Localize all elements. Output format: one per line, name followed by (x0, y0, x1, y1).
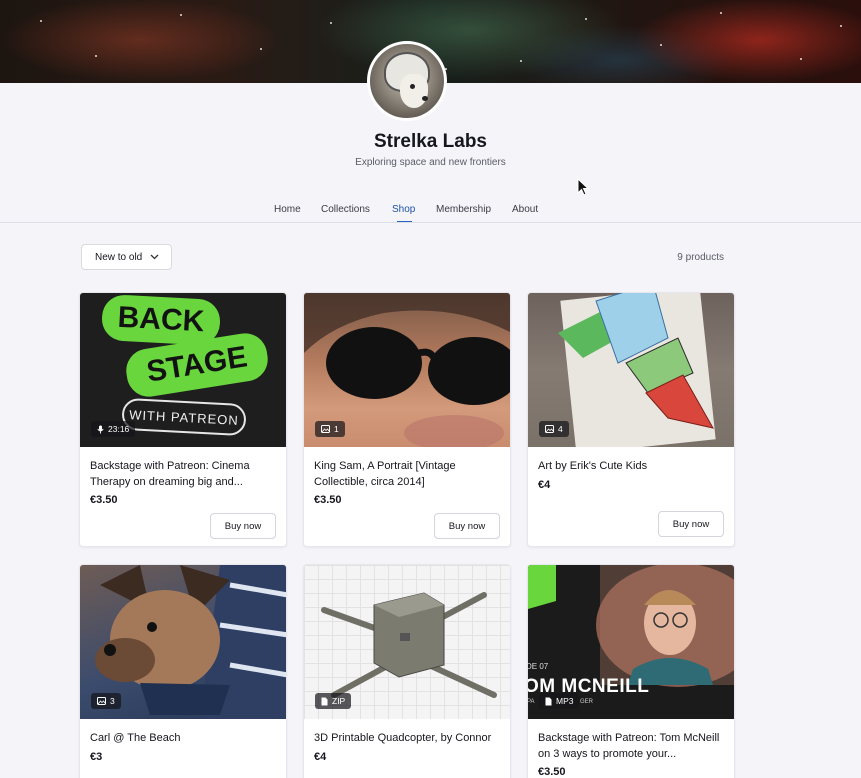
file-icon (545, 697, 552, 705)
sort-dropdown-label: New to old (95, 251, 143, 263)
image-icon (97, 697, 106, 705)
product-card[interactable]: 1 King Sam, A Portrait [Vintage Collecti… (303, 292, 511, 547)
tab-membership[interactable]: Membership (436, 204, 491, 215)
nav-divider (0, 222, 861, 223)
thumb-text-back: BACK (100, 293, 222, 347)
product-title[interactable]: Art by Erik's Cute Kids (538, 458, 726, 474)
product-price: €3 (90, 751, 103, 763)
tab-collections[interactable]: Collections (321, 204, 370, 215)
media-badge: ZIP (315, 693, 352, 709)
media-badge: 1 (315, 421, 345, 437)
role-label-end: GER (580, 699, 594, 705)
tab-home[interactable]: Home (274, 204, 301, 215)
sort-dropdown[interactable]: New to old (81, 244, 172, 270)
product-title[interactable]: Backstage with Patreon: Cinema Therapy o… (90, 458, 278, 490)
page-subtitle: Exploring space and new frontiers (355, 157, 506, 168)
product-price: €4 (314, 751, 327, 763)
microphone-icon (97, 425, 104, 433)
mouse-cursor-icon (577, 178, 589, 196)
tab-shop[interactable]: Shop (392, 204, 415, 215)
media-badge-text: 3 (110, 696, 115, 706)
product-title[interactable]: Backstage with Patreon: Tom McNeill on 3… (538, 730, 726, 762)
media-badge-text: 1 (334, 424, 339, 434)
image-icon (545, 425, 554, 433)
product-title[interactable]: 3D Printable Quadcopter, by Connor (314, 730, 502, 746)
image-icon (321, 425, 330, 433)
media-badge: 23:16 (91, 421, 136, 437)
buy-now-button[interactable]: Buy now (658, 511, 724, 537)
media-badge: 3 (91, 693, 121, 709)
product-thumbnail: ZIP (304, 565, 510, 719)
media-badge-text: MP3 (556, 696, 574, 706)
product-card[interactable]: DE 07 OM MCNEILL PA GER MP3 Backstage wi… (527, 564, 735, 778)
role-label-start: PA (528, 699, 535, 705)
thumb-text-with-patreon: WITH PATREON (121, 397, 247, 437)
product-card[interactable]: BACK STAGE WITH PATREON 23:16 Backstage … (79, 292, 287, 547)
media-badge-text: ZIP (332, 696, 346, 706)
media-badge-text: 4 (558, 424, 563, 434)
product-thumbnail: DE 07 OM MCNEILL PA GER MP3 (528, 565, 734, 719)
shop-nav: Home Collections Shop Membership About (0, 204, 861, 222)
product-thumbnail: BACK STAGE WITH PATREON 23:16 (80, 293, 286, 447)
product-card[interactable]: 3 Carl @ The Beach €3 (79, 564, 287, 778)
buy-now-button[interactable]: Buy now (210, 513, 276, 539)
chevron-down-icon (150, 254, 159, 260)
media-badge: 4 (539, 421, 569, 437)
product-thumbnail: 4 (528, 293, 734, 447)
media-badge-text: 23:16 (108, 424, 130, 434)
product-title[interactable]: Carl @ The Beach (90, 730, 278, 746)
product-thumbnail: 3 (80, 565, 286, 719)
creator-avatar (367, 41, 447, 121)
product-card[interactable]: ZIP 3D Printable Quadcopter, by Connor €… (303, 564, 511, 778)
product-count: 9 products (677, 252, 724, 263)
product-price: €3.50 (90, 494, 118, 506)
media-badge: MP3 (539, 693, 580, 709)
file-icon (321, 697, 328, 705)
product-card[interactable]: 4 Art by Erik's Cute Kids €4 Buy now (527, 292, 735, 547)
episode-label: DE 07 (528, 662, 549, 671)
product-thumbnail: 1 (304, 293, 510, 447)
product-title[interactable]: King Sam, A Portrait [Vintage Collectibl… (314, 458, 502, 490)
product-price: €3.50 (538, 766, 566, 778)
product-price: €4 (538, 479, 551, 491)
page-title: Strelka Labs (374, 131, 487, 152)
tab-about[interactable]: About (512, 204, 538, 215)
buy-now-button[interactable]: Buy now (434, 513, 500, 539)
product-price: €3.50 (314, 494, 342, 506)
